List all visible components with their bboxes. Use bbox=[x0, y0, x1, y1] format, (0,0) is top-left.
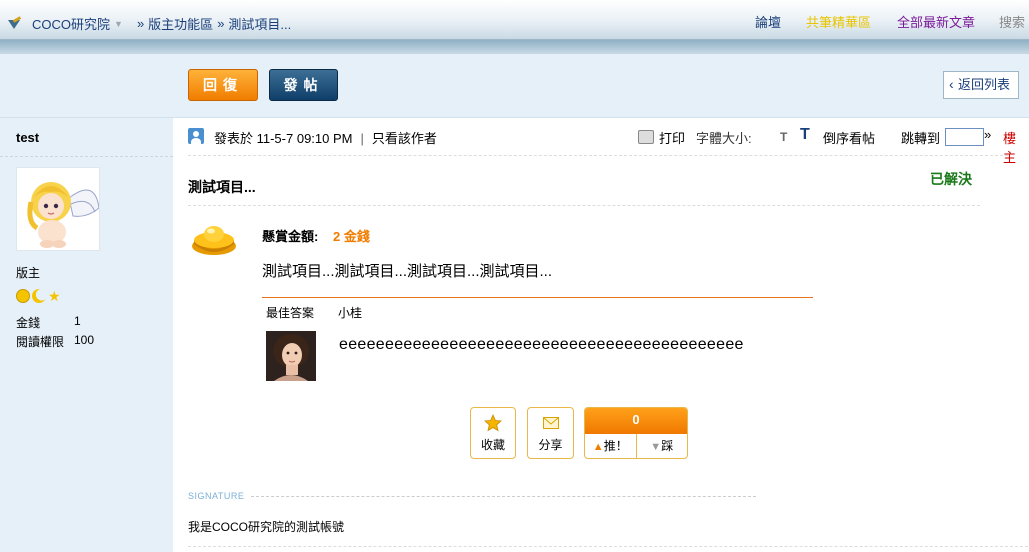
breadcrumb-home[interactable]: COCO研究院 bbox=[32, 14, 110, 33]
reverse-order-link[interactable]: 倒序看帖 bbox=[823, 128, 875, 147]
vote-up-button[interactable]: ▲推！ bbox=[585, 434, 637, 458]
author-name[interactable]: test bbox=[16, 130, 39, 145]
sidebar-header-band bbox=[0, 54, 173, 118]
user-icon bbox=[188, 128, 204, 144]
arrow-up-icon: ▲ bbox=[592, 441, 604, 453]
author-rank: 版主 bbox=[16, 266, 41, 280]
reply-button[interactable]: 回復 bbox=[188, 69, 258, 101]
favorite-label: 收藏 bbox=[480, 438, 505, 452]
share-label: 分享 bbox=[538, 438, 563, 452]
angel-avatar-icon bbox=[27, 182, 99, 248]
jump-to-label: 跳轉到 bbox=[901, 131, 941, 146]
breadcrumb-moderator-area[interactable]: 版主功能區 bbox=[148, 14, 213, 33]
vote-down-label: 踩 bbox=[661, 439, 674, 453]
font-small-button[interactable]: T bbox=[780, 130, 787, 144]
arrow-down-icon: ▼ bbox=[650, 441, 662, 453]
stat-label: 金錢 bbox=[16, 316, 41, 330]
avatar[interactable] bbox=[16, 167, 100, 251]
post-timestamp: 發表於 11-5-7 09:10 PM | 只看該作者 bbox=[214, 128, 437, 147]
posted-at: 發表於 11-5-7 09:10 PM bbox=[214, 131, 353, 146]
status-badge: 已解決 bbox=[930, 171, 972, 187]
printer-icon[interactable] bbox=[638, 130, 654, 144]
post-meta-row: 發表於 11-5-7 09:10 PM | 只看該作者 打印 字體大小: T T 倒… bbox=[188, 126, 1023, 165]
sun-medal-icon bbox=[16, 289, 30, 303]
post-toolbar: 回復 發帖 返回列表 bbox=[173, 54, 1029, 118]
best-answer-label: 最佳答案 bbox=[266, 306, 315, 320]
print-link[interactable]: 打印 bbox=[659, 128, 685, 147]
portrait-avatar-icon bbox=[266, 331, 316, 381]
new-post-button[interactable]: 發帖 bbox=[269, 69, 338, 101]
post-title: 測試項目... bbox=[188, 179, 256, 195]
divider bbox=[188, 546, 1028, 547]
breadcrumb-separator: » bbox=[217, 16, 225, 31]
signature-label: SIGNATURE bbox=[188, 491, 245, 501]
breadcrumb-separator: » bbox=[136, 16, 145, 31]
stat-money: 金錢 1 bbox=[16, 314, 81, 331]
post-body: 測試項目...測試項目...測試項目...測試項目... bbox=[262, 263, 553, 280]
chevron-down-icon[interactable]: ▼ bbox=[114, 19, 123, 29]
medal-list: ★ bbox=[16, 289, 62, 303]
star-medal-icon: ★ bbox=[48, 288, 61, 304]
site-logo-icon bbox=[8, 18, 22, 30]
divider bbox=[251, 496, 756, 497]
moon-medal-icon bbox=[32, 289, 46, 303]
jump-floor-input[interactable] bbox=[945, 128, 984, 146]
best-answer-user[interactable]: 小桂 bbox=[338, 304, 362, 321]
nav-search-link[interactable]: 搜索 bbox=[999, 12, 1025, 31]
reward-amount: 2 金錢 bbox=[333, 229, 370, 244]
vote-down-button[interactable]: ▼踩 bbox=[637, 434, 688, 458]
best-answer-text: eeeeeeeeeeeeeeeeeeeeeeeeeeeeeeeeeeeeeeee… bbox=[339, 336, 744, 353]
top-bar: COCO研究院 ▼ » 版主功能區 » 測試項目... 論壇 共筆精華區 全部最… bbox=[0, 0, 1029, 40]
share-button[interactable]: 分享 bbox=[527, 407, 574, 459]
favorite-button[interactable]: 收藏 bbox=[470, 407, 516, 459]
vote-count: 0 bbox=[585, 408, 687, 434]
star-icon bbox=[484, 414, 502, 432]
only-author-link[interactable]: 只看該作者 bbox=[372, 131, 437, 146]
author-sidebar: test 版主 ★ 金錢 1 閱讀權限 100 bbox=[0, 54, 173, 552]
vote-up-label: 推！ bbox=[603, 439, 628, 453]
jump-go-button[interactable]: » bbox=[984, 127, 991, 142]
breadcrumb-current-thread[interactable]: 測試項目... bbox=[228, 14, 291, 33]
gold-ingot-icon bbox=[192, 226, 236, 255]
font-size-label: 字體大小: bbox=[696, 131, 752, 146]
stat-value: 1 bbox=[74, 314, 81, 328]
floor-label: 樓主 bbox=[1003, 131, 1017, 165]
stat-value: 100 bbox=[74, 333, 95, 347]
back-to-list-button[interactable]: 返回列表 bbox=[943, 71, 1019, 99]
vote-actions: ▲推！ ▼踩 bbox=[585, 434, 687, 458]
stat-read-permission: 閱讀權限 100 bbox=[16, 333, 94, 350]
vote-widget: 0 ▲推！ ▼踩 bbox=[584, 407, 688, 459]
divider bbox=[0, 156, 173, 157]
envelope-icon bbox=[542, 417, 559, 429]
nav-essence-link[interactable]: 共筆精華區 bbox=[806, 12, 871, 31]
best-answer-avatar[interactable] bbox=[266, 331, 316, 381]
header-divider-strip bbox=[0, 40, 1029, 54]
divider: | bbox=[360, 131, 364, 146]
divider bbox=[188, 155, 1008, 156]
reward-label: 懸賞金額: bbox=[262, 229, 319, 244]
best-answer-divider bbox=[262, 297, 813, 298]
nav-forum-link[interactable]: 論壇 bbox=[755, 12, 781, 31]
breadcrumb: COCO研究院 ▼ » 版主功能區 » 測試項目... bbox=[8, 14, 291, 33]
nav-latest-link[interactable]: 全部最新文章 bbox=[897, 12, 975, 31]
signature-text: 我是COCO研究院的測試帳號 bbox=[188, 520, 345, 534]
post-main: 回復 發帖 返回列表 發表於 11-5-7 09:10 PM | 只看該作者 打印 … bbox=[173, 54, 1029, 552]
font-large-button[interactable]: T bbox=[800, 126, 810, 144]
stat-label: 閱讀權限 bbox=[16, 335, 65, 349]
divider bbox=[188, 205, 980, 206]
